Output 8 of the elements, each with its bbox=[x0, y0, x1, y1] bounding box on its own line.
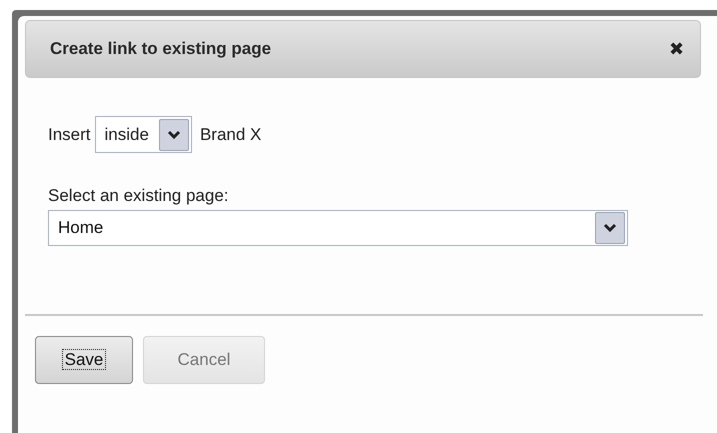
position-dropdown[interactable]: inside bbox=[94, 116, 192, 153]
target-page-label: Brand X bbox=[200, 124, 262, 146]
dialog-button[interactable]: Save bbox=[35, 336, 133, 384]
insert-label: Insert bbox=[48, 124, 91, 146]
page-dropdown[interactable]: Home bbox=[48, 210, 628, 246]
close-button[interactable]: ✖ bbox=[669, 40, 684, 58]
dialog-title: Create link to existing page bbox=[50, 38, 272, 60]
select-page-label: Select an existing page: bbox=[48, 187, 229, 204]
